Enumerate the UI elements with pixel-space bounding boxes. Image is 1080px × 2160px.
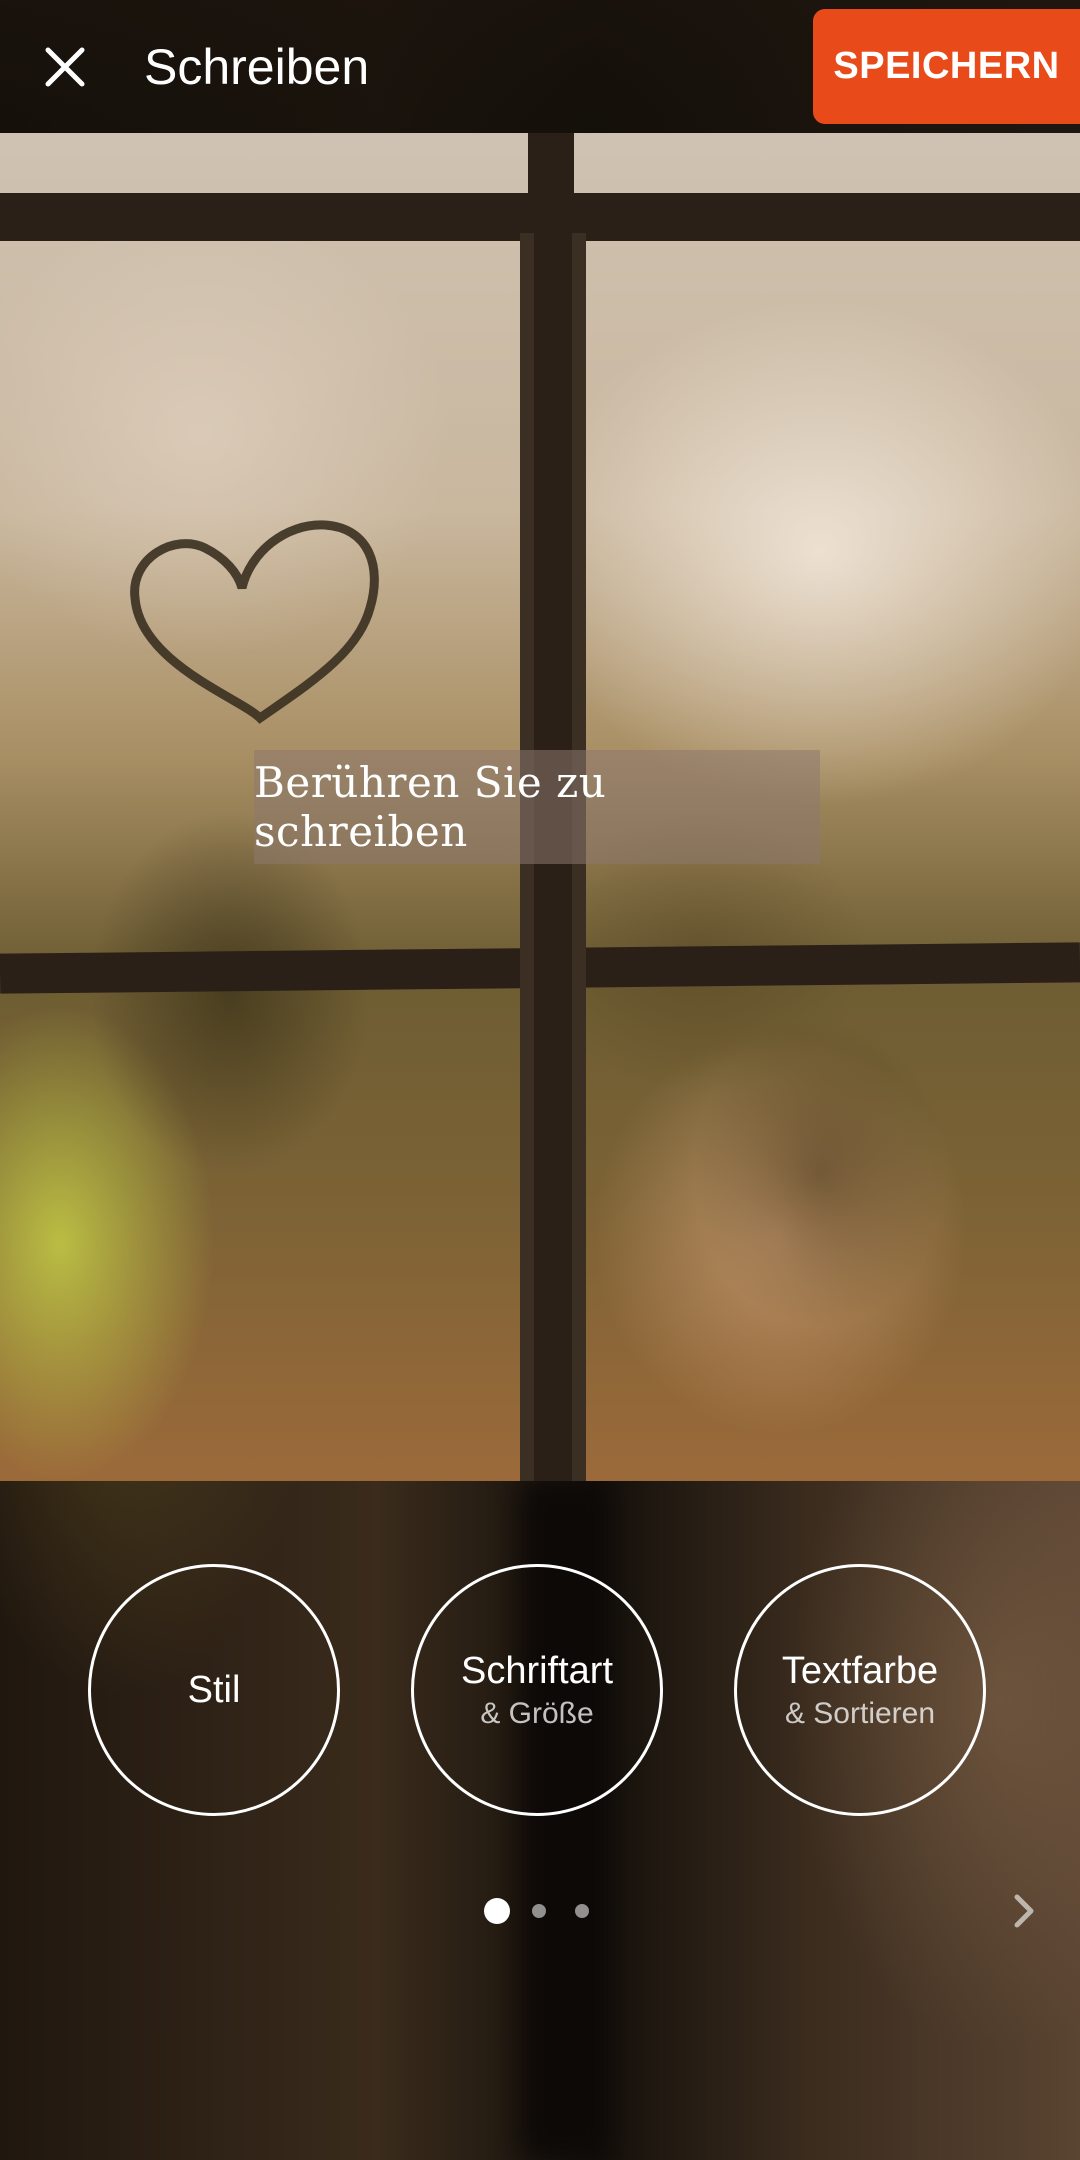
- next-page-button[interactable]: [1004, 1888, 1044, 1934]
- text-color-option-label: Textfarbe: [781, 1650, 939, 1692]
- style-option-label: Stil: [187, 1669, 241, 1711]
- save-button[interactable]: SPEICHERN: [813, 9, 1080, 124]
- close-icon: [45, 47, 85, 87]
- page-dot[interactable]: [575, 1904, 589, 1918]
- heart-drawing: [130, 520, 379, 724]
- write-hint-text: Berühren Sie zu schreiben: [254, 758, 607, 856]
- style-option-button[interactable]: Stil: [88, 1564, 340, 1816]
- write-hint-box[interactable]: Berühren Sie zu schreiben: [254, 750, 820, 864]
- font-option-sublabel: & Größe: [480, 1697, 594, 1730]
- page-title: Schreiben: [144, 39, 370, 95]
- text-color-option-button[interactable]: Textfarbe & Sortieren: [734, 1564, 986, 1816]
- font-option-label: Schriftart: [460, 1650, 614, 1692]
- text-color-option-sublabel: & Sortieren: [784, 1697, 936, 1730]
- photo-canvas[interactable]: Berühren Sie zu schreiben: [0, 133, 1080, 1481]
- font-option-button[interactable]: Schriftart & Größe: [411, 1564, 663, 1816]
- chevron-right-icon: [1014, 1894, 1034, 1928]
- close-button[interactable]: [32, 34, 98, 100]
- page-dot-active[interactable]: [484, 1898, 510, 1924]
- top-bar: Schreiben SPEICHERN: [0, 0, 1080, 133]
- page-dot[interactable]: [532, 1904, 546, 1918]
